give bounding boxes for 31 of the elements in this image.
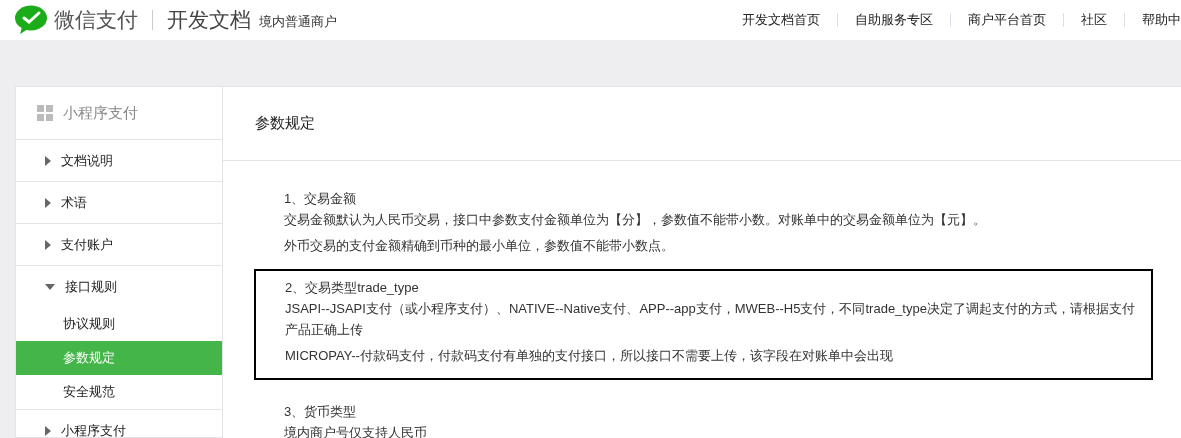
caret-right-icon bbox=[45, 155, 51, 166]
paragraph: JSAPI--JSAPI支付（或小程序支付）、NATIVE--Native支付、APP--app支付，MWEB--H5支付，不同trade_type决定了调起支付的方式，请根据支付产品正确上传 bbox=[285, 300, 1136, 339]
site-subtitle: 境内普通商户 bbox=[259, 12, 337, 31]
caret-right-icon bbox=[45, 197, 51, 208]
brand-name: 微信支付 bbox=[54, 7, 138, 34]
caret-down-icon bbox=[45, 283, 55, 290]
paragraph: MICROPAY--付款码支付，付款码支付有单独的支付接口，所以接口不需要上传，该字段在对账单中会出现 bbox=[285, 347, 894, 365]
section-heading: 1、交易金额 bbox=[284, 190, 358, 208]
nav-link[interactable]: 社区 bbox=[1064, 10, 1124, 30]
section-heading: 3、货币类型 bbox=[284, 403, 358, 421]
nav-link[interactable]: 自助服务专区 bbox=[838, 10, 950, 30]
nav-link[interactable]: 帮助中 bbox=[1125, 10, 1181, 30]
paragraph: 交易金额默认为人民币交易，接口中参数支付金额单位为【分】，参数值不能带小数。对账单中的交易金额单位为【元】。 bbox=[284, 211, 987, 229]
sidebar-item[interactable]: 术语 bbox=[16, 182, 222, 223]
wechat-pay-logo-icon bbox=[14, 5, 48, 35]
caret-right-icon bbox=[45, 425, 51, 436]
sidebar-title: 小程序支付 bbox=[63, 102, 138, 123]
site-title: 开发文档 bbox=[167, 7, 251, 34]
sidebar-item[interactable]: 文档说明 bbox=[16, 140, 222, 181]
page-title: 参数规定 bbox=[255, 113, 315, 134]
paragraph: 外币交易的支付金额精确到币种的最小单位，参数值不能带小数点。 bbox=[284, 237, 675, 255]
sidebar-subitem[interactable]: 协议规则 bbox=[16, 307, 222, 341]
sidebar-item[interactable]: 小程序支付 bbox=[16, 410, 222, 438]
section-heading: 2、交易类型trade_type bbox=[285, 279, 420, 297]
caret-right-icon bbox=[45, 239, 51, 250]
sidebar-item[interactable]: 接口规则 bbox=[16, 266, 222, 307]
sidebar-item[interactable]: 支付账户 bbox=[16, 224, 222, 265]
nav-link[interactable]: 商户平台首页 bbox=[951, 10, 1063, 30]
nav-link[interactable]: 开发文档首页 bbox=[725, 10, 837, 30]
sidebar-subitem[interactable]: 安全规范 bbox=[16, 375, 222, 409]
grid-icon bbox=[37, 105, 53, 121]
